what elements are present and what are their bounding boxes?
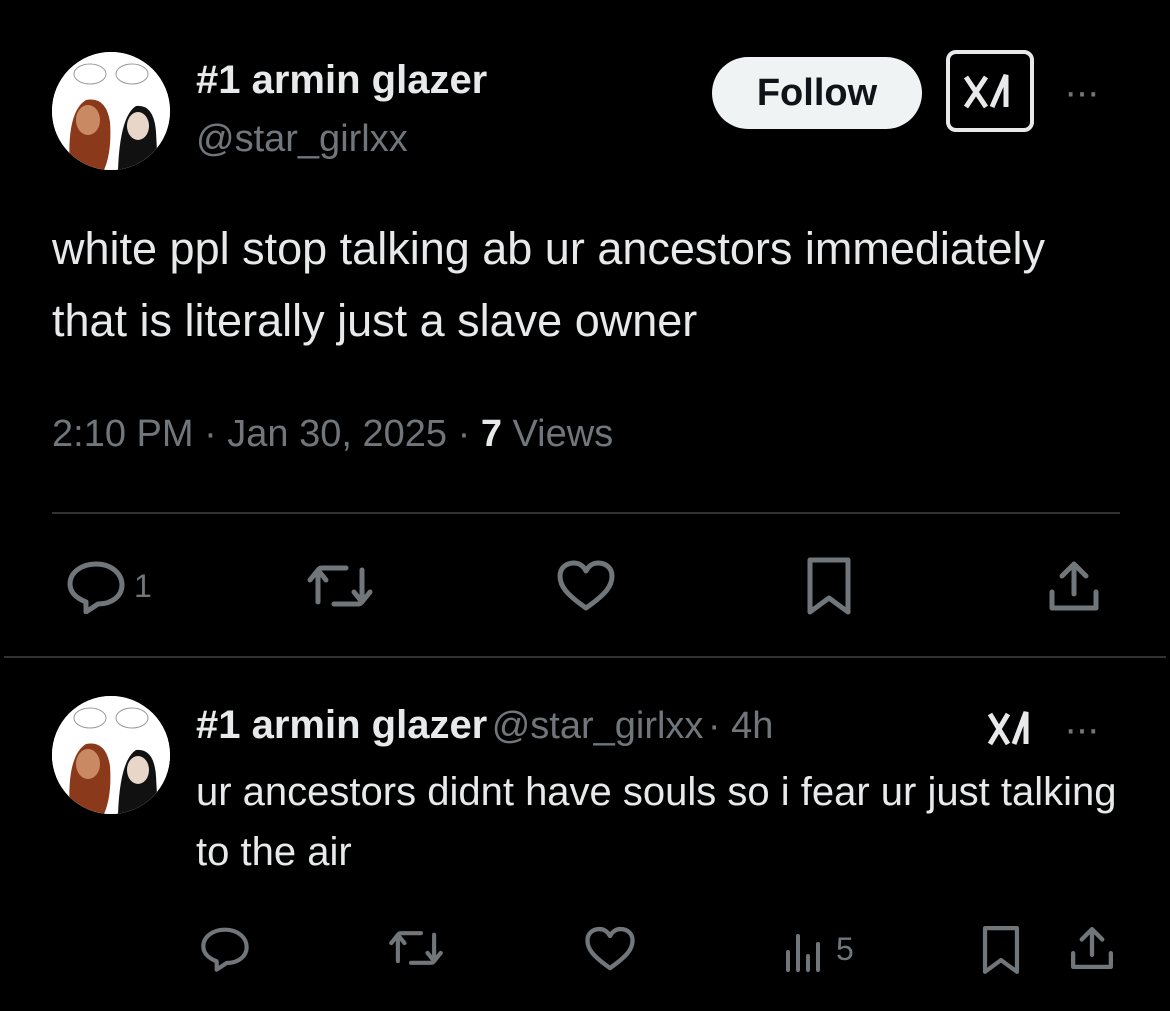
grok-button[interactable] [946, 50, 1034, 132]
retweet-icon [389, 931, 443, 965]
share-button[interactable] [1046, 558, 1102, 614]
views-count: 7 [480, 413, 502, 455]
author-avatar[interactable] [52, 52, 170, 170]
tweet-meta: 2:10 PM · Jan 30, 2025 · 7 Views [52, 413, 613, 456]
reply-icon [201, 927, 249, 972]
like-icon [557, 560, 615, 611]
share-icon [1049, 561, 1099, 611]
analytics-icon [786, 934, 820, 972]
reply-like-button[interactable] [584, 926, 636, 972]
follow-button[interactable]: Follow [712, 57, 922, 129]
reply-text: ur ancestors didnt have souls so i fear … [196, 770, 1117, 874]
bookmark-icon [982, 926, 1020, 974]
reply-share-button[interactable] [1068, 924, 1116, 972]
retweet-icon [307, 565, 373, 607]
reply-age[interactable]: · 4h [708, 705, 773, 747]
tweet-text: white ppl stop talking ab ur ancestors i… [52, 223, 1045, 346]
reply-button[interactable]: 1 [66, 558, 152, 614]
like-button[interactable] [556, 560, 616, 612]
reply-count: 1 [134, 567, 152, 604]
grok-icon[interactable] [986, 706, 1036, 748]
grok-icon [963, 73, 1009, 109]
reply-icon [67, 561, 125, 614]
meta-divider [52, 512, 1120, 514]
bookmark-button[interactable] [804, 556, 854, 616]
reply-retweet-button[interactable] [388, 926, 444, 970]
tweet-timestamp[interactable]: 2:10 PM · Jan 30, 2025 · [52, 413, 470, 455]
reply-author-name[interactable]: #1 armin glazer [196, 703, 487, 747]
reply-analytics-button[interactable]: 5 [784, 926, 854, 972]
reply-author-avatar[interactable] [52, 696, 170, 814]
reply-reply-button[interactable] [200, 924, 250, 972]
bookmark-icon [807, 557, 851, 615]
more-icon[interactable]: ··· [1064, 70, 1100, 115]
like-icon [585, 926, 635, 971]
reply-more-icon[interactable]: ··· [1064, 707, 1100, 752]
section-divider [4, 656, 1166, 658]
share-icon [1071, 927, 1113, 969]
author-name[interactable]: #1 armin glazer [196, 58, 487, 103]
views-label: Views [512, 413, 614, 455]
reply-header: #1 armin glazer @star_girlxx · 4h [196, 703, 773, 748]
retweet-button[interactable] [306, 560, 374, 612]
reply-author-handle[interactable]: @star_girlxx [492, 705, 704, 747]
reply-views-count: 5 [836, 930, 854, 967]
reply-bookmark-button[interactable] [980, 924, 1022, 976]
author-handle[interactable]: @star_girlxx [196, 118, 408, 161]
